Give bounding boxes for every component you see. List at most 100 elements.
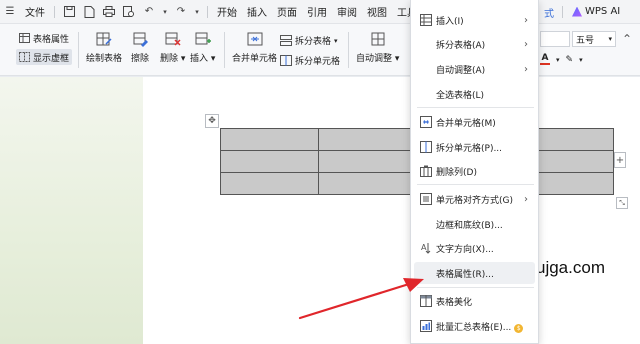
auto-adjust-button[interactable]: 自动调整 ▾ [356,30,399,64]
font-size-select[interactable]: 五号 ▾ [572,31,616,47]
wps-ai-logo-icon [572,6,582,17]
table-cell[interactable] [318,128,418,151]
font-size-value: 五号 [576,35,595,46]
menu-item-table-beautify[interactable]: 表格美化 [411,290,538,312]
menu-item-table-properties[interactable]: 表格属性(R)... [414,262,535,284]
table-cell[interactable] [318,172,418,195]
submenu-arrow-icon: › [524,63,528,75]
tab-review[interactable]: 审阅 [332,4,362,19]
ribbon-separator [348,32,349,68]
delete-table-icon [164,30,182,48]
highlight-dropdown-icon[interactable]: ▾ [579,56,583,64]
menu-item-split-cells[interactable]: 拆分单元格(P)... [411,136,538,158]
menu-item-label: 删除列(D) [436,167,477,178]
eraser-icon [131,30,149,48]
merge-cells-label: 合并单元格 [232,54,278,64]
table-properties-button[interactable]: 表格属性 [16,30,72,46]
split-table-button[interactable]: 拆分表格 ▾ [280,34,338,47]
table-cell[interactable] [219,150,320,173]
batch-summary-icon [420,320,432,332]
table-cell[interactable] [219,128,320,151]
print-preview-icon[interactable] [121,4,137,20]
font-color-letter: A [541,53,549,63]
merge-cells-button[interactable]: 合并单元格 [232,30,277,64]
table-move-handle-icon[interactable]: ✥ [205,114,219,128]
undo-dropdown-icon[interactable]: ▾ [161,4,169,20]
auto-adjust-icon [369,30,387,48]
font-color-dropdown-icon[interactable]: ▾ [556,56,560,64]
draw-table-label: 绘制表格 [86,54,123,64]
hamburger-menu-icon[interactable]: ☰ [2,4,18,20]
menu-item-label: 表格美化 [436,297,473,308]
save-icon[interactable] [61,4,77,20]
table-resize-handle-icon[interactable]: ⤡ [616,197,628,209]
text-direction-icon: A [421,243,431,254]
auto-adjust-label: 自动调整 ▾ [356,54,400,64]
table-props-group: 表格属性 显示虚框 [16,30,73,65]
show-gridlines-label: 显示虚框 [33,53,70,64]
highlight-pen-icon[interactable]: ✎ [566,55,574,65]
show-gridlines-button[interactable]: 显示虚框 [16,49,73,65]
split-cells-icon [280,55,292,66]
menu-item-select-table[interactable]: 全选表格(L) [411,83,538,105]
erase-label: 擦除 [131,54,150,64]
insert-button[interactable]: 插入 ▾ [190,30,215,64]
menu-item-label: 边框和底纹(B)... [436,220,503,231]
table-cell[interactable] [318,150,418,173]
split-cells-label: 拆分单元格 [295,57,341,67]
menu-item-insert[interactable]: 插入(I) › [411,9,538,31]
menu-item-text-direction[interactable]: A 文字方向(X)... [411,237,538,259]
split-table-dropdown-icon: ▾ [334,36,338,45]
menu-item-label: 自动调整(A) [436,65,486,76]
insert-row-icon [194,30,212,48]
page-left-margin [0,77,143,344]
watermark-text: ujga.com [536,258,605,277]
menu-item-merge-cells[interactable]: 合并单元格(M) [411,111,538,133]
insert-icon [420,14,432,26]
tab-table-design[interactable]: 式 [544,5,554,20]
table-properties-label: 表格属性 [33,34,70,45]
menu-item-cell-alignment[interactable]: 单元格对齐方式(G) › [411,188,538,210]
menu-item-batch-summary[interactable]: 批量汇总表格(E)... $ [411,315,538,337]
menu-item-label: 插入(I) [436,16,464,27]
split-table-icon [280,35,292,46]
menu-separator [54,5,55,18]
erase-button[interactable]: 擦除 [131,30,149,64]
ribbon-separator [224,32,225,68]
print-icon[interactable] [101,4,117,20]
add-column-icon[interactable]: + [614,152,626,168]
draw-table-button[interactable]: 绘制表格 [86,30,122,64]
font-color-bar [540,63,550,65]
menu-separator [417,287,534,288]
menu-item-split-table[interactable]: 拆分表格(A) › [411,33,538,55]
delete-button[interactable]: 删除 ▾ [160,30,185,64]
wps-ai-button[interactable]: WPS AI [572,6,620,17]
tab-view[interactable]: 视图 [362,4,392,19]
menu-item-delete-column[interactable]: 删除列(D) [411,160,538,182]
quick-access-dropdown-icon[interactable]: ▾ [193,4,201,20]
menu-file[interactable]: 文件 [20,4,50,19]
menu-item-auto-adjust[interactable]: 自动调整(A) › [411,58,538,80]
collapse-ribbon-icon[interactable]: ⌃ [622,32,632,46]
ribbon-separator [78,32,79,68]
undo-icon[interactable]: ↶ [141,4,157,20]
merge-cells-icon [420,116,432,128]
redo-icon[interactable]: ↷ [173,4,189,20]
menu-separator [417,184,534,185]
tab-page[interactable]: 页面 [272,4,302,19]
menu-item-label: 批量汇总表格(E)... $ [436,320,524,333]
export-pdf-icon[interactable] [81,4,97,20]
menu-item-borders-shading[interactable]: 边框和底纹(B)... [411,213,538,235]
table-cell[interactable] [219,172,320,195]
font-color-button[interactable]: A [540,54,550,65]
tab-insert[interactable]: 插入 [242,4,272,19]
wps-ai-label: WPS AI [585,6,621,17]
menu-item-label: 全选表格(L) [436,90,485,101]
font-name-select[interactable] [540,31,570,47]
menu-item-label: 单元格对齐方式(G) [436,195,513,206]
delete-column-icon [420,165,432,177]
submenu-arrow-icon: › [524,14,528,26]
tab-references[interactable]: 引用 [302,4,332,19]
tab-home[interactable]: 开始 [212,4,242,19]
split-cells-button[interactable]: 拆分单元格 [280,54,340,67]
